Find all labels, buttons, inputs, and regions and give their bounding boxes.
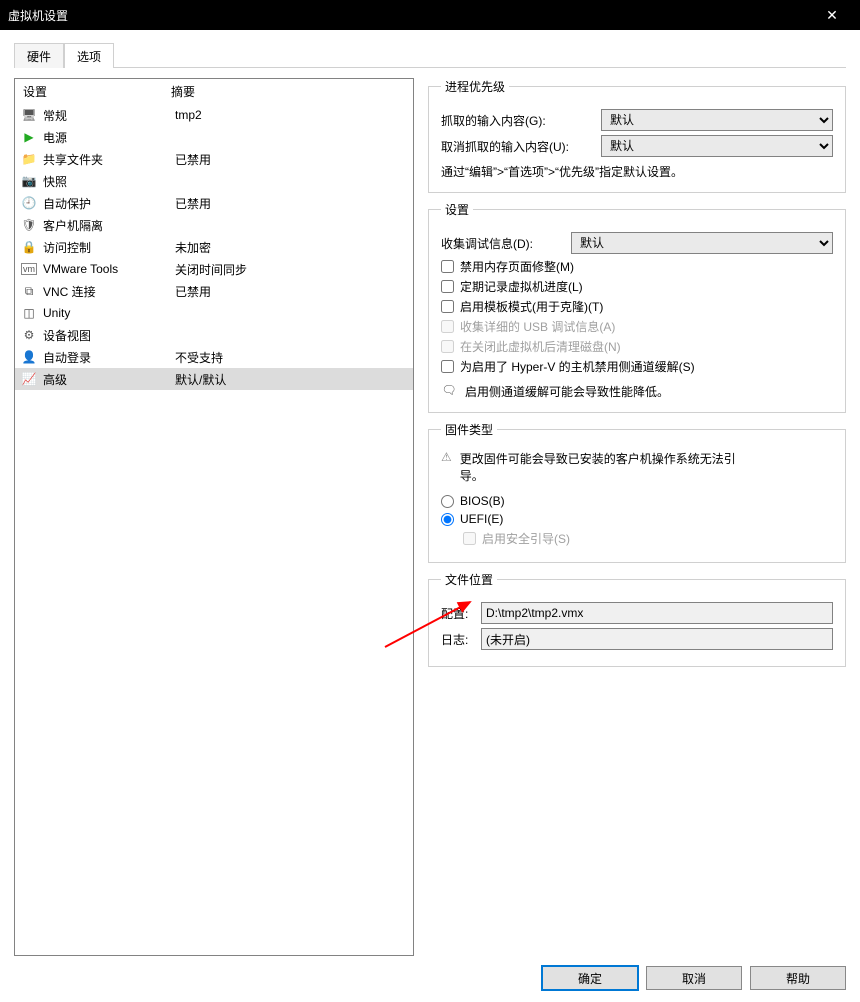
item-name: 访问控制: [43, 239, 175, 256]
label-grabbed: 抓取的输入内容(G):: [441, 112, 601, 129]
item-summary: tmp2: [175, 108, 407, 122]
select-ungrabbed[interactable]: 默认: [601, 135, 833, 157]
clock-icon: 🕘: [21, 195, 37, 211]
radio-uefi[interactable]: [441, 513, 454, 526]
item-name: 快照: [43, 173, 175, 190]
dialog-buttons: 确定 取消 帮助: [542, 966, 846, 990]
list-item[interactable]: ◫ Unity: [15, 302, 413, 324]
shield-icon: 🛡: [21, 217, 37, 233]
list-item[interactable]: 🔒 访问控制未加密: [15, 236, 413, 258]
chk-template[interactable]: [441, 300, 454, 313]
cancel-button[interactable]: 取消: [646, 966, 742, 990]
list-item[interactable]: ⧉ VNC 连接已禁用: [15, 280, 413, 302]
vm-icon: vm: [21, 261, 37, 277]
label-log: 日志:: [441, 631, 481, 648]
item-name: 自动登录: [43, 349, 175, 366]
legend-fileloc: 文件位置: [441, 571, 497, 588]
lock-icon: 🔒: [21, 239, 37, 255]
adv-icon: 📈: [21, 371, 37, 387]
unity-icon: ◫: [21, 305, 37, 321]
legend-firmware: 固件类型: [441, 421, 497, 438]
item-name: 常规: [43, 107, 175, 124]
item-name: VNC 连接: [43, 283, 175, 300]
firmware-warn: 更改固件可能会导致已安装的客户机操作系统无法引导。: [460, 450, 740, 484]
label-config: 配置:: [441, 605, 481, 622]
list-item[interactable]: ▶ 电源: [15, 126, 413, 148]
priority-hint: 通过“编辑”>“首选项”>“优先级”指定默认设置。: [441, 163, 833, 180]
label-debug: 收集调试信息(D):: [441, 235, 571, 252]
list-item[interactable]: 🖥 常规tmp2: [15, 104, 413, 126]
tabs: 硬件 选项: [14, 42, 846, 68]
legend-settings: 设置: [441, 201, 473, 218]
window-title: 虚拟机设置: [8, 7, 68, 24]
item-name: 电源: [43, 129, 175, 146]
ok-button[interactable]: 确定: [542, 966, 638, 990]
vnc-icon: ⧉: [21, 283, 37, 299]
label-ungrabbed: 取消抓取的输入内容(U):: [441, 138, 601, 155]
chk-clean-disk: [441, 340, 454, 353]
list-item[interactable]: 📁 共享文件夹已禁用: [15, 148, 413, 170]
item-summary: 未加密: [175, 239, 407, 256]
chk-usb-debug: [441, 320, 454, 333]
list-item[interactable]: 🕘 自动保护已禁用: [15, 192, 413, 214]
chk-log-progress[interactable]: [441, 280, 454, 293]
chk-sidechannel[interactable]: [441, 360, 454, 373]
sidechannel-note: 启用侧通道缓解可能会导致性能降低。: [465, 383, 669, 400]
legend-priority: 进程优先级: [441, 78, 509, 95]
item-summary: 关闭时间同步: [175, 261, 407, 278]
log-path[interactable]: [481, 628, 833, 650]
group-fileloc: 文件位置 配置: 日志:: [428, 571, 846, 667]
titlebar: 虚拟机设置 ✕: [0, 0, 860, 30]
info-icon: 🗨: [441, 383, 457, 397]
group-firmware: 固件类型 ⚠更改固件可能会导致已安装的客户机操作系统无法引导。 BIOS(B) …: [428, 421, 846, 563]
select-grabbed[interactable]: 默认: [601, 109, 833, 131]
help-button[interactable]: 帮助: [750, 966, 846, 990]
list-item[interactable]: 📷 快照: [15, 170, 413, 192]
chk-secureboot: [463, 532, 476, 545]
select-debug[interactable]: 默认: [571, 232, 833, 254]
login-icon: 👤: [21, 349, 37, 365]
list-item[interactable]: ⚙ 设备视图: [15, 324, 413, 346]
camera-icon: 📷: [21, 173, 37, 189]
folder-icon: 📁: [21, 151, 37, 167]
list-item[interactable]: 👤 自动登录不受支持: [15, 346, 413, 368]
device-icon: ⚙: [21, 327, 37, 343]
col-setting: 设置: [23, 83, 171, 100]
item-name: 客户机隔离: [43, 217, 175, 234]
item-name: 高级: [43, 371, 175, 388]
chk-mem-trim[interactable]: [441, 260, 454, 273]
item-name: 设备视图: [43, 327, 175, 344]
group-settings: 设置 收集调试信息(D): 默认 禁用内存页面修整(M) 定期记录虚拟机进度(L…: [428, 201, 846, 413]
list-header: 设置 摘要: [15, 79, 413, 104]
tab-options[interactable]: 选项: [64, 43, 114, 68]
item-summary: 已禁用: [175, 195, 407, 212]
list-item[interactable]: 📈 高级默认/默认: [15, 368, 413, 390]
group-priority: 进程优先级 抓取的输入内容(G): 默认 取消抓取的输入内容(U): 默认 通过…: [428, 78, 846, 193]
play-icon: ▶: [21, 129, 37, 145]
list-item[interactable]: vm VMware Tools关闭时间同步: [15, 258, 413, 280]
col-summary: 摘要: [171, 83, 195, 100]
item-name: 共享文件夹: [43, 151, 175, 168]
item-name: 自动保护: [43, 195, 175, 212]
item-summary: 默认/默认: [175, 371, 407, 388]
tab-hardware[interactable]: 硬件: [14, 43, 64, 68]
monitor-icon: 🖥: [21, 107, 37, 123]
item-name: VMware Tools: [43, 262, 175, 276]
close-icon[interactable]: ✕: [812, 7, 852, 24]
settings-list[interactable]: 设置 摘要 🖥常规tmp2▶电源📁共享文件夹已禁用📷快照🕘自动保护已禁用🛡客户机…: [14, 78, 414, 956]
item-name: Unity: [43, 306, 175, 320]
radio-bios[interactable]: [441, 495, 454, 508]
item-summary: 不受支持: [175, 349, 407, 366]
config-path[interactable]: [481, 602, 833, 624]
warn-icon: ⚠: [441, 450, 452, 484]
item-summary: 已禁用: [175, 151, 407, 168]
item-summary: 已禁用: [175, 283, 407, 300]
list-item[interactable]: 🛡 客户机隔离: [15, 214, 413, 236]
